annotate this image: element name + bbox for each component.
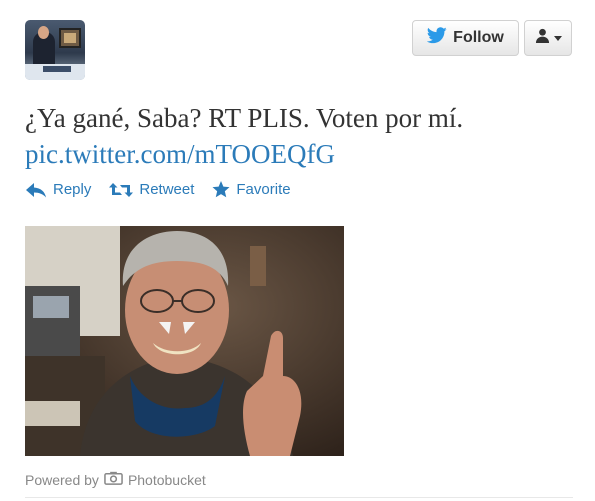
follow-label: Follow [453,29,504,46]
chevron-down-icon [553,35,562,41]
photobucket-link[interactable]: Photobucket [128,472,206,488]
retweet-button[interactable]: Retweet [109,181,194,198]
tweet-body: ¿Ya gané, Saba? RT PLIS. Voten por mí. [25,103,464,133]
avatar-desk [25,64,85,80]
user-actions-dropdown[interactable] [524,20,572,56]
embedded-photo[interactable] [25,226,344,456]
reply-label: Reply [53,181,92,198]
avatar[interactable] [25,20,85,80]
tweet-text: ¿Ya gané, Saba? RT PLIS. Voten por mí. p… [25,100,585,172]
user-icon [535,28,550,48]
retweet-label: Retweet [139,181,195,198]
avatar-background-screen [59,28,81,48]
avatar-face [38,26,49,39]
twitter-bird-icon [427,27,447,49]
retweet-icon [109,182,134,198]
star-icon [212,181,230,198]
reply-button[interactable]: Reply [25,181,91,198]
favorite-label: Favorite [236,181,291,198]
tweet-media-link[interactable]: pic.twitter.com/mTOOEQfG [25,139,335,169]
powered-by-label: Powered by [25,471,99,488]
follow-button[interactable]: Follow [412,20,519,56]
reply-icon [25,182,47,198]
favorite-button[interactable]: Favorite [212,181,291,198]
tweet-actions: Reply Retweet Favorite [25,181,291,198]
media-attribution: Powered by Photobucket [25,471,206,488]
divider [25,497,573,498]
camera-icon [104,471,123,488]
